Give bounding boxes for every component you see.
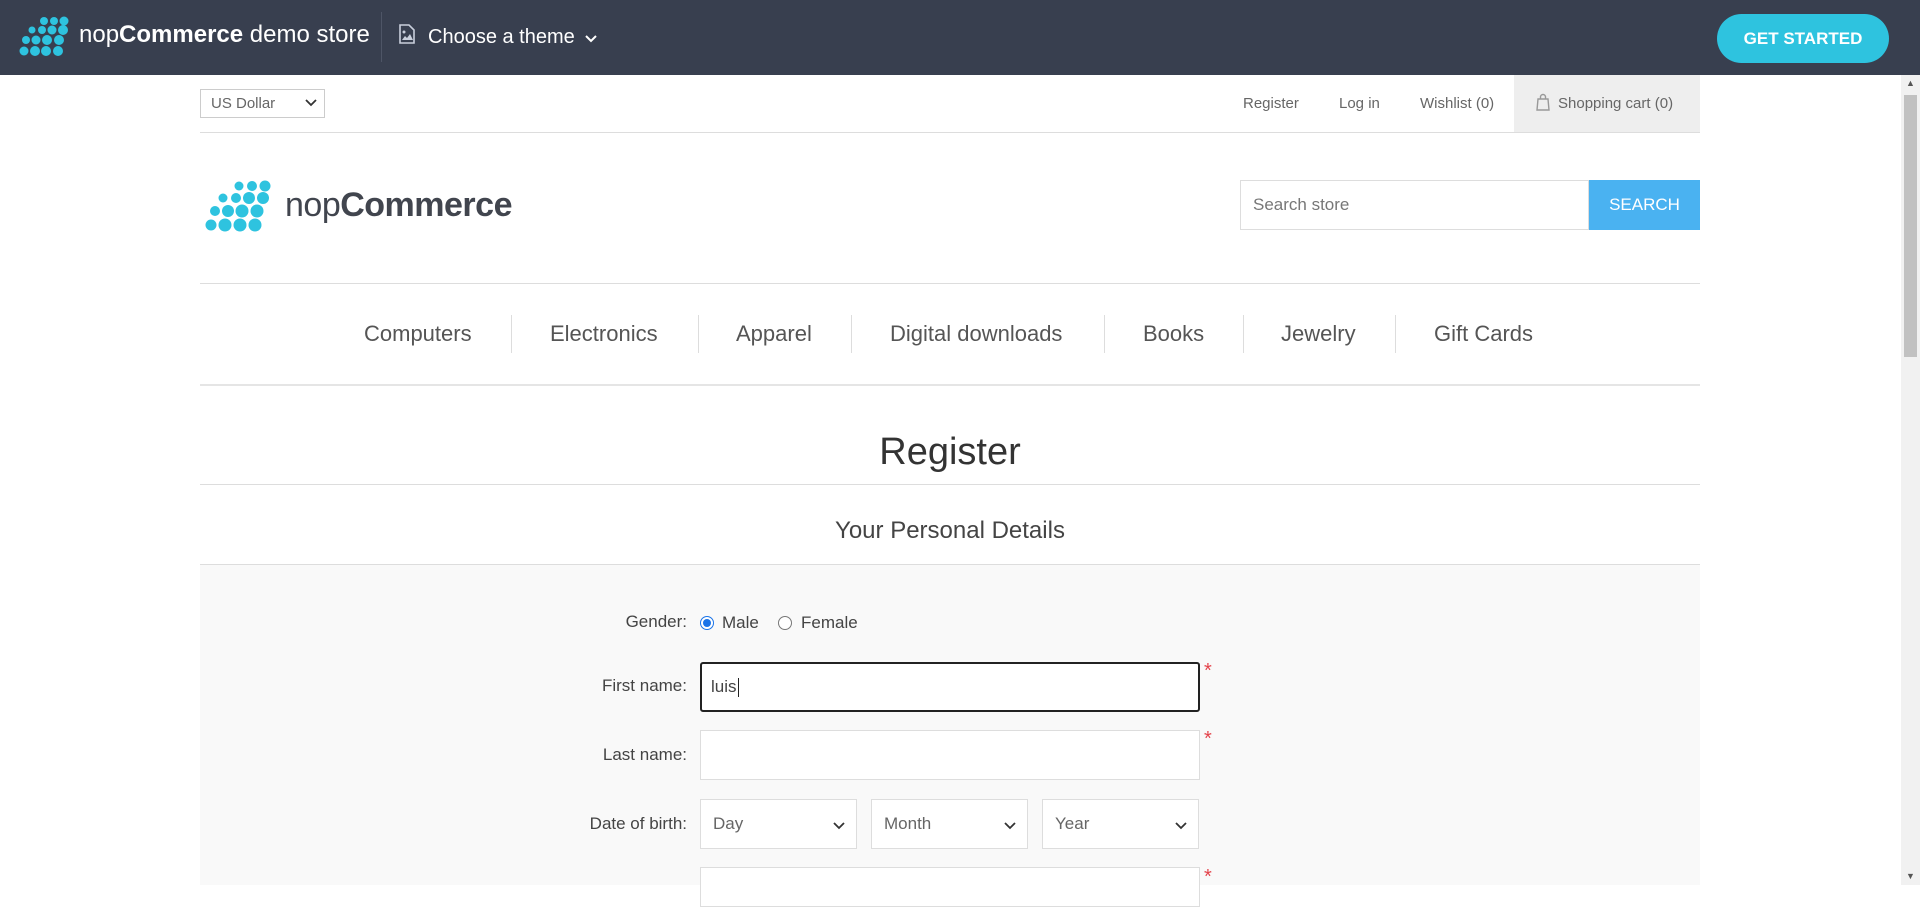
- scroll-up-arrow-icon[interactable]: ▲: [1901, 75, 1920, 92]
- nav-item-books[interactable]: Books: [1143, 284, 1204, 384]
- nav-divider: [511, 315, 512, 353]
- dob-year-value: Year: [1055, 814, 1090, 833]
- gender-female-radio[interactable]: [778, 616, 792, 630]
- get-started-button[interactable]: GET STARTED: [1717, 14, 1889, 63]
- nav-item-electronics[interactable]: Electronics: [550, 284, 658, 384]
- gender-male-radio[interactable]: [700, 616, 714, 630]
- nav-divider: [1395, 315, 1396, 353]
- scroll-down-arrow-icon[interactable]: ▼: [1901, 868, 1920, 885]
- text-cursor: [737, 677, 739, 697]
- cart-label: Shopping cart (0): [1558, 95, 1674, 112]
- choose-theme-dropdown[interactable]: Choose a theme: [398, 20, 597, 54]
- dob-day-select[interactable]: Day: [700, 799, 857, 849]
- page-scrollbar[interactable]: ▲ ▼: [1901, 75, 1920, 885]
- chevron-down-icon: [304, 96, 318, 114]
- nav-item-jewelry[interactable]: Jewelry: [1281, 284, 1356, 384]
- dob-month-value: Month: [884, 814, 932, 833]
- logo-text-bold: Commerce: [340, 186, 512, 224]
- nav-divider-bottom: [200, 384, 1700, 386]
- chevron-down-icon: [1003, 818, 1017, 838]
- date-of-birth-label: Date of birth:: [589, 814, 687, 833]
- nopcommerce-dots-logo-icon[interactable]: [18, 16, 72, 58]
- nav-divider: [1243, 315, 1244, 353]
- nav-item-digital-downloads[interactable]: Digital downloads: [890, 284, 1062, 384]
- shopping-bag-icon: [1536, 93, 1550, 115]
- nav-divider: [698, 315, 699, 353]
- chevron-down-icon: [1174, 818, 1188, 838]
- required-asterisk: *: [1204, 866, 1212, 888]
- register-link[interactable]: Register: [1243, 75, 1299, 132]
- brand-suffix: demo store: [243, 21, 370, 48]
- demo-store-brand[interactable]: nopCommerce demo store: [79, 20, 370, 50]
- section-title: Your Personal Details: [835, 517, 1065, 544]
- scroll-thumb[interactable]: [1904, 95, 1917, 357]
- last-name-field[interactable]: [700, 730, 1200, 780]
- nav-item-gift-cards[interactable]: Gift Cards: [1434, 284, 1533, 384]
- dob-month-select[interactable]: Month: [871, 799, 1028, 849]
- demo-top-bar: nopCommerce demo store Choose a theme GE…: [0, 0, 1920, 75]
- top-menu: Computers Electronics Apparel Digital do…: [200, 284, 1700, 384]
- dob-year-select[interactable]: Year: [1042, 799, 1199, 849]
- header-divider: [200, 132, 1700, 133]
- next-form-field[interactable]: [700, 867, 1200, 907]
- first-name-label: First name:: [601, 676, 687, 695]
- first-name-value: luis: [711, 677, 737, 696]
- store-logo-text[interactable]: nopCommerce: [285, 184, 512, 226]
- brand-light: nop: [79, 21, 120, 48]
- dob-day-value: Day: [713, 814, 744, 833]
- page-title: Register: [879, 431, 1021, 473]
- last-name-label: Last name:: [602, 745, 687, 764]
- currency-value: US Dollar: [211, 95, 276, 112]
- nav-divider: [851, 315, 852, 353]
- gender-male-label[interactable]: Male: [722, 613, 759, 633]
- logo-text-light: nop: [285, 186, 341, 224]
- nav-item-apparel[interactable]: Apparel: [736, 284, 812, 384]
- gender-label: Gender:: [625, 612, 687, 631]
- chevron-down-icon: [585, 26, 597, 49]
- currency-select[interactable]: US Dollar: [200, 89, 325, 118]
- divider: [381, 12, 382, 62]
- chevron-down-icon: [832, 818, 846, 838]
- search-button[interactable]: SEARCH: [1589, 180, 1700, 230]
- nav-item-computers[interactable]: Computers: [364, 284, 472, 384]
- nav-divider: [1104, 315, 1105, 353]
- brand-bold: Commerce: [119, 21, 244, 48]
- store-logo-dots-icon[interactable]: [203, 180, 275, 234]
- wishlist-link[interactable]: Wishlist (0): [1420, 75, 1494, 132]
- image-file-icon: [398, 24, 416, 50]
- title-divider: [200, 484, 1700, 485]
- required-asterisk: *: [1204, 660, 1212, 682]
- search-input[interactable]: Search store: [1240, 180, 1589, 230]
- shopping-cart-link[interactable]: Shopping cart (0): [1514, 75, 1700, 132]
- required-asterisk: *: [1204, 728, 1212, 750]
- first-name-field[interactable]: luis: [700, 662, 1200, 712]
- login-link[interactable]: Log in: [1339, 75, 1380, 132]
- gender-female-label[interactable]: Female: [801, 613, 858, 633]
- theme-label: Choose a theme: [428, 25, 575, 48]
